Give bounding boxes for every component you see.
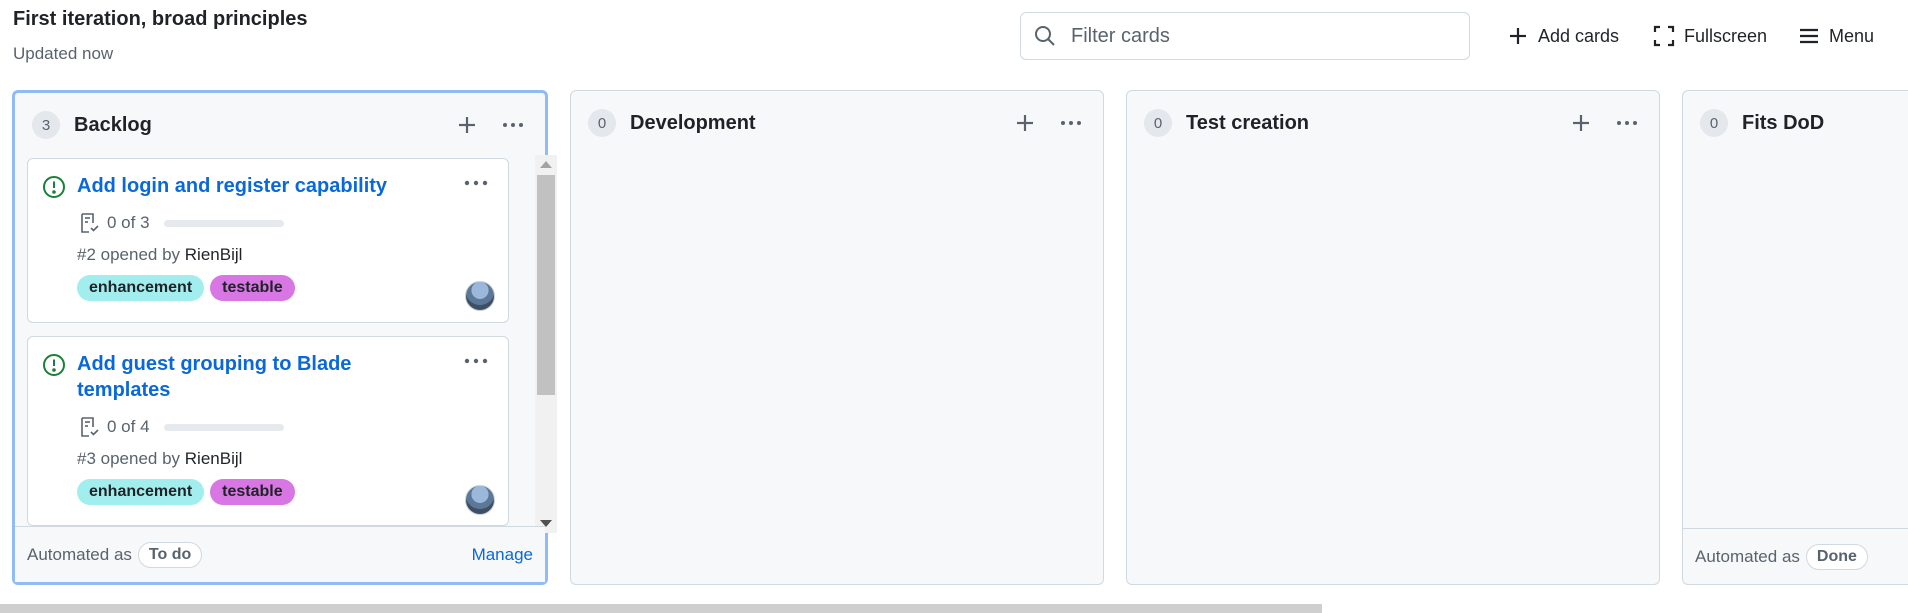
card-count-badge: 0 <box>588 109 616 137</box>
label-testable[interactable]: testable <box>210 479 295 505</box>
issue-meta: #2 opened by RienBijl <box>77 245 242 265</box>
issue-card[interactable]: Add login and register capability 0 of 3… <box>27 158 509 323</box>
task-progress-label: 0 of 4 <box>107 417 150 436</box>
scroll-thumb[interactable] <box>537 175 555 395</box>
kebab-horizontal-icon <box>503 123 523 127</box>
issue-number-opened-by: #2 opened by <box>77 245 181 264</box>
card-count-badge: 0 <box>1700 109 1728 137</box>
menu-button[interactable]: Menu <box>1797 18 1874 54</box>
manage-automation-link[interactable]: Manage <box>472 545 533 565</box>
plus-icon <box>1510 28 1526 44</box>
menu-label: Menu <box>1829 25 1875 46</box>
column-footer: Automated as To do Manage <box>15 526 545 582</box>
automated-as-label: Automated as <box>27 544 132 564</box>
project-board: 3 Backlog Add login and register capabil… <box>0 90 1908 590</box>
issue-meta: #3 opened by RienBijl <box>77 449 242 469</box>
search-icon <box>1035 26 1055 46</box>
issue-opened-icon <box>43 354 65 376</box>
column-fits-dod[interactable]: 0 Fits DoD Automated as Done <box>1682 90 1908 585</box>
issue-author[interactable]: RienBijl <box>185 245 243 264</box>
automation-status-pill: To do <box>137 541 203 568</box>
task-progress-bar <box>163 219 284 227</box>
column-header: 0 Test creation <box>1127 91 1659 155</box>
automation-status-pill: Done <box>1805 543 1868 570</box>
add-cards-label: Add cards <box>1538 25 1620 46</box>
avatar[interactable] <box>465 281 495 311</box>
plus-icon <box>1017 115 1033 131</box>
column-scrollbar[interactable] <box>535 155 557 533</box>
task-progress: 0 of 4 <box>77 415 284 439</box>
task-progress-label: 0 of 3 <box>107 213 150 232</box>
project-title: First iteration, broad principles <box>13 8 308 30</box>
add-card-button[interactable] <box>1567 109 1595 137</box>
issue-author[interactable]: RienBijl <box>185 449 243 468</box>
issue-labels: enhancement testable <box>77 479 295 505</box>
add-card-button[interactable] <box>453 111 481 139</box>
plus-icon <box>459 117 475 133</box>
issue-title-link[interactable]: Add login and register capability <box>77 173 407 199</box>
column-options-button[interactable] <box>499 111 527 139</box>
issue-number-opened-by: #3 opened by <box>77 449 181 468</box>
project-header: First iteration, broad principles Update… <box>0 0 1908 88</box>
checklist-icon <box>81 213 99 233</box>
label-testable[interactable]: testable <box>210 275 295 301</box>
scroll-up-arrow-icon[interactable] <box>540 161 552 168</box>
column-development[interactable]: 0 Development <box>570 90 1104 585</box>
plus-icon <box>1573 115 1589 131</box>
issue-title-link[interactable]: Add guest grouping to Blade templates <box>77 351 407 403</box>
automated-as-label: Automated as <box>1695 546 1800 566</box>
issue-opened-icon <box>43 176 65 198</box>
add-cards-button[interactable]: Add cards <box>1506 18 1619 54</box>
task-progress: 0 of 3 <box>77 211 284 235</box>
project-updated-status: Updated now <box>13 44 114 63</box>
board-horizontal-scrollbar[interactable] <box>0 604 1322 613</box>
column-footer: Automated as Done <box>1683 528 1908 584</box>
column-header: 3 Backlog <box>15 93 545 157</box>
filter-cards-input[interactable] <box>1069 23 1449 49</box>
column-options-button[interactable] <box>1057 109 1085 137</box>
column-title: Backlog <box>74 113 152 136</box>
checklist-icon <box>81 417 99 437</box>
kebab-horizontal-icon <box>1061 121 1081 125</box>
filter-cards-box[interactable] <box>1020 12 1470 60</box>
label-enhancement[interactable]: enhancement <box>77 479 205 505</box>
column-backlog[interactable]: 3 Backlog Add login and register capabil… <box>12 90 557 585</box>
task-progress-bar <box>163 423 284 431</box>
card-options-icon[interactable] <box>462 349 490 373</box>
label-enhancement[interactable]: enhancement <box>77 275 205 301</box>
column-title: Fits DoD <box>1742 111 1825 134</box>
card-count-badge: 0 <box>1144 109 1172 137</box>
column-title: Development <box>630 111 756 134</box>
kebab-horizontal-icon <box>1617 121 1637 125</box>
column-header: 0 Development <box>571 91 1103 155</box>
avatar[interactable] <box>465 485 495 515</box>
column-title: Test creation <box>1186 111 1309 134</box>
column-test-creation[interactable]: 0 Test creation <box>1126 90 1660 585</box>
column-header: 0 Fits DoD <box>1683 91 1908 155</box>
column-options-button[interactable] <box>1613 109 1641 137</box>
issue-card[interactable]: Add guest grouping to Blade templates 0 … <box>27 336 509 526</box>
fullscreen-icon <box>1653 25 1675 47</box>
card-options-icon[interactable] <box>462 171 490 195</box>
fullscreen-label: Fullscreen <box>1684 25 1768 46</box>
card-count-badge: 3 <box>32 111 60 139</box>
issue-labels: enhancement testable <box>77 275 295 301</box>
fullscreen-button[interactable]: Fullscreen <box>1652 18 1767 54</box>
hamburger-menu-icon <box>1800 28 1818 44</box>
add-card-button[interactable] <box>1011 109 1039 137</box>
